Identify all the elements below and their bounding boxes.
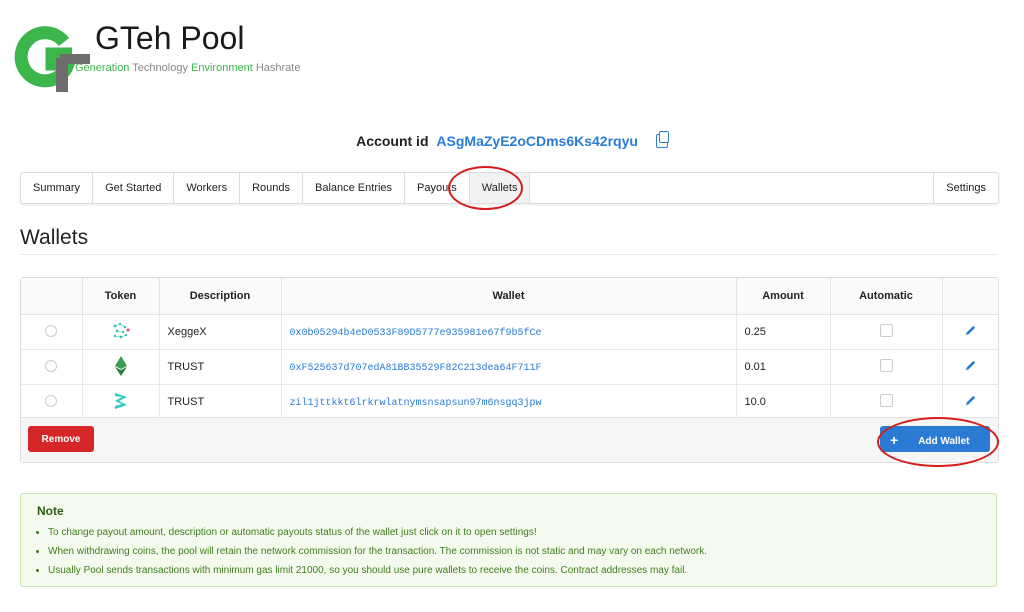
ethereum-icon [114, 355, 127, 376]
note-box: Note To change payout amount, descriptio… [20, 493, 997, 587]
row-amount: 0.01 [736, 349, 831, 385]
account-line: Account id ASgMaZyE2oCDms6Ks42rqyu [0, 131, 1024, 149]
title-divider [20, 254, 997, 255]
note-item: When withdrawing coins, the pool will re… [48, 542, 996, 561]
column-header-wallet: Wallet [281, 278, 737, 315]
note-item: To change payout amount, description or … [48, 523, 996, 542]
column-header-amount: Amount [736, 278, 831, 315]
pencil-icon[interactable] [964, 394, 977, 407]
add-wallet-label: Add Wallet [918, 436, 970, 447]
automatic-checkbox[interactable] [879, 324, 893, 337]
account-label: Account id [356, 133, 429, 149]
column-header-automatic: Automatic [830, 278, 943, 315]
plus-icon: + [890, 432, 899, 448]
row-amount: 0.25 [736, 314, 831, 350]
table-actions: Remove + Add Wallet [21, 417, 998, 462]
row-select-radio[interactable] [45, 394, 58, 407]
tab-settings[interactable]: Settings [933, 173, 998, 203]
row-description: TRUST [159, 349, 282, 385]
note-title: Note [37, 504, 64, 518]
account-id[interactable]: ASgMaZyE2oCDms6Ks42rqyu [436, 133, 638, 149]
row-description: TRUST [159, 384, 282, 420]
column-header-token: Token [82, 278, 160, 315]
tab-get-started[interactable]: Get Started [93, 173, 175, 203]
brand-subtitle: Generation Technology Environment Hashra… [75, 62, 301, 74]
page-title: Wallets [20, 226, 89, 249]
row-description: XeggeX [159, 314, 282, 350]
table-header-row: Token Description Wallet Amount Automati… [21, 278, 998, 315]
xeggex-icon [113, 322, 129, 338]
tab-payouts[interactable]: Payouts [405, 173, 470, 203]
row-select-radio[interactable] [45, 324, 58, 337]
table-row[interactable]: XeggeX 0x0b05294b4eD0533F89D5777e935981e… [21, 314, 998, 350]
tab-balance-entries[interactable]: Balance Entries [303, 173, 406, 203]
brand-title: GTeh Pool [95, 20, 245, 56]
automatic-checkbox[interactable] [879, 359, 893, 372]
wallets-panel: Token Description Wallet Amount Automati… [20, 277, 999, 463]
table-row[interactable]: TRUST zil1jttkkt6lrkrwlatnymsnsapsun97m6… [21, 384, 998, 420]
row-wallet-address[interactable]: 0x0b05294b4eD0533F89D5777e935981e67f9b5f… [290, 328, 542, 339]
tab-summary[interactable]: Summary [21, 173, 94, 203]
row-amount: 10.0 [736, 384, 831, 420]
row-wallet-address[interactable]: zil1jttkkt6lrkrwlatnymsnsapsun97m6nsgq3j… [290, 398, 542, 409]
pencil-icon[interactable] [964, 359, 977, 372]
note-item: Usually Pool sends transactions with min… [48, 561, 996, 580]
column-header-description: Description [159, 278, 282, 315]
automatic-checkbox[interactable] [879, 394, 893, 407]
tab-wallets[interactable]: Wallets [469, 173, 531, 203]
pencil-icon[interactable] [964, 324, 977, 337]
table-row[interactable]: TRUST 0xF525637d707edA81BB35529F82C213de… [21, 349, 998, 385]
remove-button[interactable]: Remove [28, 426, 94, 452]
gteh-logo [14, 26, 90, 92]
wallets-table: Token Description Wallet Amount Automati… [21, 278, 998, 420]
copy-icon[interactable] [655, 131, 669, 148]
note-list: To change payout amount, description or … [21, 523, 996, 580]
add-wallet-button[interactable]: + Add Wallet [880, 426, 990, 452]
tab-rounds[interactable]: Rounds [240, 173, 303, 203]
column-header-edit [942, 278, 998, 315]
tab-workers[interactable]: Workers [174, 173, 241, 203]
row-select-radio[interactable] [45, 359, 58, 372]
tab-bar: Summary Get Started Workers Rounds Balan… [20, 172, 999, 204]
zilliqa-icon [114, 392, 127, 409]
column-header-select [21, 278, 83, 315]
row-wallet-address[interactable]: 0xF525637d707edA81BB35529F82C213dea64F71… [290, 363, 542, 374]
